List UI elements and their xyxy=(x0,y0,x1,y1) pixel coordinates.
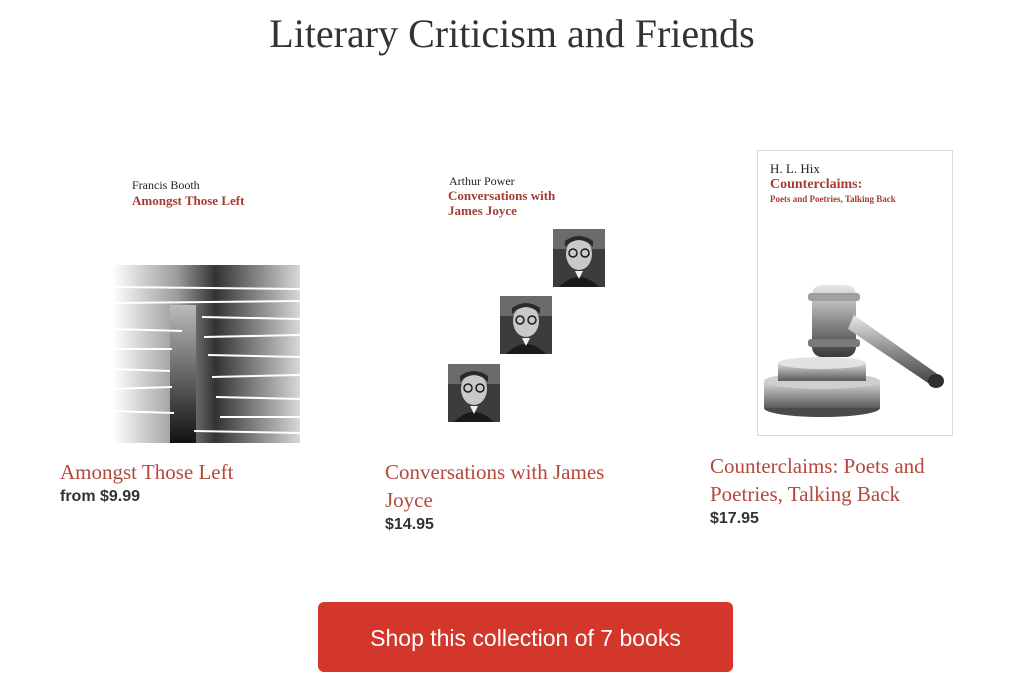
book-price: $14.95 xyxy=(385,516,434,533)
book-title-link[interactable]: Conversations with James Joyce xyxy=(385,458,650,514)
cover-subtitle: Poets and Poetries, Talking Back xyxy=(770,194,896,204)
book-card-conversations-with-james-joyce: Arthur Power Conversations with James Jo… xyxy=(385,150,655,534)
book-card-counterclaims: H. L. Hix Counterclaims: Poets and Poetr… xyxy=(710,150,980,528)
shop-collection-button[interactable]: Shop this collection of 7 books xyxy=(318,602,733,672)
book-card-amongst-those-left: Francis Booth Amongst Those Left Amongst… xyxy=(60,150,330,506)
book-title-link[interactable]: Counterclaims: Poets and Poetries, Talki… xyxy=(710,452,975,508)
cover-title: Conversations with xyxy=(448,188,556,203)
cover-author: H. L. Hix xyxy=(770,161,820,176)
book-stack-illustration xyxy=(112,265,301,443)
cover-title-line2: James Joyce xyxy=(448,203,517,218)
portrait-photo-top xyxy=(553,229,605,287)
book-title-link[interactable]: Amongst Those Left xyxy=(60,458,325,486)
page-title: Literary Criticism and Friends xyxy=(269,11,755,56)
book-cover[interactable]: Arthur Power Conversations with James Jo… xyxy=(385,150,635,442)
book-price: from $9.99 xyxy=(60,488,141,505)
book-price: $17.95 xyxy=(710,510,759,527)
cover-title: Amongst Those Left xyxy=(132,193,245,208)
portrait-photo-middle xyxy=(500,296,552,354)
cover-author: Francis Booth xyxy=(132,178,200,192)
cover-author: Arthur Power xyxy=(449,174,515,188)
book-cover[interactable]: Francis Booth Amongst Those Left xyxy=(60,150,310,443)
cover-title: Counterclaims: xyxy=(770,177,863,192)
book-cover[interactable]: H. L. Hix Counterclaims: Poets and Poetr… xyxy=(757,150,953,436)
gavel-illustration xyxy=(764,285,944,417)
portrait-photo-bottom xyxy=(448,364,500,422)
